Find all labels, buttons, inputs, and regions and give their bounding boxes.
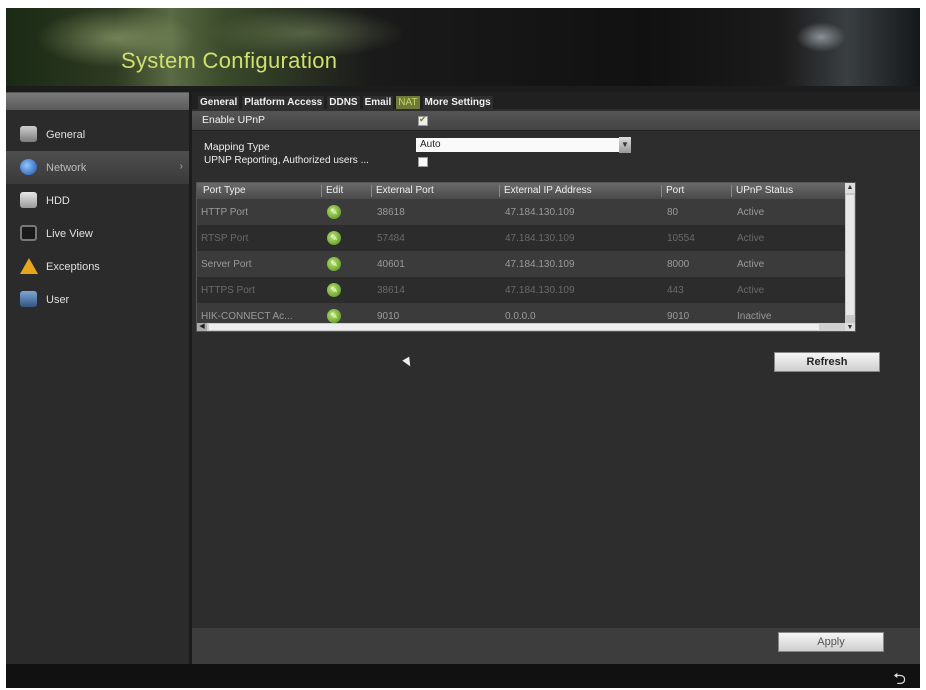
- live-view-icon: [20, 225, 37, 241]
- table-row[interactable]: Server Port ✎ 40601 47.184.130.109 8000 …: [197, 251, 845, 277]
- header-bokeh-decoration: [796, 22, 846, 52]
- enable-upnp-row: Enable UPnP: [192, 111, 920, 131]
- header-banner: System Configuration: [6, 8, 920, 86]
- sidebar-item-label: User: [46, 293, 70, 306]
- sidebar-item-live-view[interactable]: Live View: [6, 217, 189, 250]
- external-port-cell: 9010: [377, 311, 400, 322]
- sidebar-item-user[interactable]: User: [6, 283, 189, 316]
- edit-icon[interactable]: ✎: [327, 205, 341, 219]
- port-mapping-table: Port Type Edit External Port External IP…: [196, 182, 856, 332]
- mapping-type-value: Auto: [420, 139, 441, 150]
- external-ip-cell: 47.184.130.109: [505, 207, 575, 218]
- back-icon[interactable]: ⮌: [893, 668, 906, 688]
- enable-upnp-checkbox[interactable]: [418, 114, 428, 126]
- edit-icon[interactable]: ✎: [327, 257, 341, 271]
- sidebar-item-exceptions[interactable]: Exceptions: [6, 250, 189, 283]
- port-type-cell: HIK-CONNECT Ac...: [201, 311, 293, 322]
- refresh-button[interactable]: Refresh: [774, 352, 880, 372]
- external-ip-cell: 47.184.130.109: [505, 285, 575, 296]
- scrollbar-thumb[interactable]: [209, 324, 819, 330]
- sidebar-item-label: HDD: [46, 194, 70, 207]
- edit-icon[interactable]: ✎: [327, 309, 341, 323]
- upnp-reporting-label: UPNP Reporting, Authorized users ...: [204, 155, 369, 166]
- port-cell: 8000: [667, 259, 690, 270]
- column-header: Edit: [321, 185, 369, 197]
- bottom-bar: ⮌: [6, 664, 920, 688]
- edit-icon[interactable]: ✎: [327, 283, 341, 297]
- tab-bar: General Platform Access DDNS Email NAT M…: [192, 92, 920, 109]
- warning-icon: [20, 258, 38, 274]
- sidebar-header: [6, 93, 189, 110]
- sidebar-item-general[interactable]: General: [6, 118, 189, 151]
- upnp-status-cell: Active: [737, 285, 765, 296]
- external-port-cell: 57484: [377, 233, 405, 244]
- user-icon: [20, 291, 37, 307]
- edit-icon[interactable]: ✎: [327, 231, 341, 245]
- horizontal-scrollbar[interactable]: ◀: [197, 323, 845, 331]
- mapping-type-label: Mapping Type: [204, 141, 270, 153]
- chevron-right-icon: ›: [179, 161, 183, 172]
- column-header: Port: [661, 185, 731, 197]
- port-type-cell: HTTP Port: [201, 207, 249, 218]
- external-port-cell: 38614: [377, 285, 405, 296]
- table-row[interactable]: HTTPS Port ✎ 38614 47.184.130.109 443 Ac…: [197, 277, 845, 303]
- vertical-scrollbar[interactable]: ▲ ▼: [845, 183, 855, 331]
- external-ip-cell: 0.0.0.0: [505, 311, 536, 322]
- table-row[interactable]: HTTP Port ✎ 38618 47.184.130.109 80 Acti…: [197, 199, 845, 225]
- port-cell: 443: [667, 285, 684, 296]
- external-ip-cell: 47.184.130.109: [505, 259, 575, 270]
- enable-upnp-label: Enable UPnP: [202, 114, 266, 126]
- column-header: External Port: [371, 185, 499, 197]
- table-row[interactable]: RTSP Port ✎ 57484 47.184.130.109 10554 A…: [197, 225, 845, 251]
- tab-nat[interactable]: NAT: [396, 96, 420, 109]
- sidebar-item-label: Live View: [46, 227, 93, 240]
- column-header: External IP Address: [499, 185, 661, 197]
- scroll-down-icon[interactable]: ▼: [845, 323, 855, 331]
- app-window: System Configuration General Network › H…: [6, 8, 920, 688]
- scroll-left-icon[interactable]: ◀: [197, 323, 207, 331]
- upnp-status-cell: Active: [737, 207, 765, 218]
- sidebar-item-network[interactable]: Network ›: [6, 151, 189, 184]
- column-header: Port Type: [203, 185, 246, 196]
- tab-ddns[interactable]: DDNS: [327, 96, 360, 109]
- port-cell: 10554: [667, 233, 695, 244]
- chevron-down-icon[interactable]: ▼: [619, 137, 631, 153]
- page-title: System Configuration: [121, 48, 338, 73]
- sidebar-item-hdd[interactable]: HDD: [6, 184, 189, 217]
- upnp-status-cell: Active: [737, 259, 765, 270]
- sidebar-item-label: Exceptions: [46, 260, 100, 273]
- upnp-status-cell: Inactive: [737, 311, 772, 322]
- network-icon: [20, 159, 37, 175]
- main-panel: General Platform Access DDNS Email NAT M…: [192, 92, 920, 664]
- external-ip-cell: 47.184.130.109: [505, 233, 575, 244]
- sidebar-item-label: Network: [46, 161, 87, 174]
- scrollbar-thumb[interactable]: [846, 195, 854, 315]
- tab-general[interactable]: General: [198, 96, 240, 109]
- column-header: UPnP Status: [731, 185, 845, 197]
- external-port-cell: 40601: [377, 259, 405, 270]
- sidebar-item-label: General: [46, 128, 86, 141]
- apply-button[interactable]: Apply: [778, 632, 884, 652]
- upnp-reporting-checkbox[interactable]: [418, 157, 428, 167]
- tab-email[interactable]: Email: [362, 96, 394, 109]
- scroll-up-icon[interactable]: ▲: [845, 183, 855, 193]
- port-cell: 80: [667, 207, 679, 218]
- port-type-cell: Server Port: [201, 259, 252, 270]
- hdd-icon: [20, 192, 37, 208]
- port-type-cell: RTSP Port: [201, 233, 249, 244]
- table-header: Port Type Edit External Port External IP…: [197, 183, 845, 199]
- tab-platform-access[interactable]: Platform Access: [242, 96, 325, 109]
- general-icon: [20, 126, 37, 142]
- sidebar: General Network › HDD Live View Exceptio…: [6, 92, 189, 664]
- port-cell: 9010: [667, 311, 690, 322]
- mapping-type-select[interactable]: Auto ▼: [416, 137, 631, 153]
- external-port-cell: 38618: [377, 207, 405, 218]
- tab-more-settings[interactable]: More Settings: [422, 96, 493, 109]
- upnp-status-cell: Active: [737, 233, 765, 244]
- port-type-cell: HTTPS Port: [201, 285, 255, 296]
